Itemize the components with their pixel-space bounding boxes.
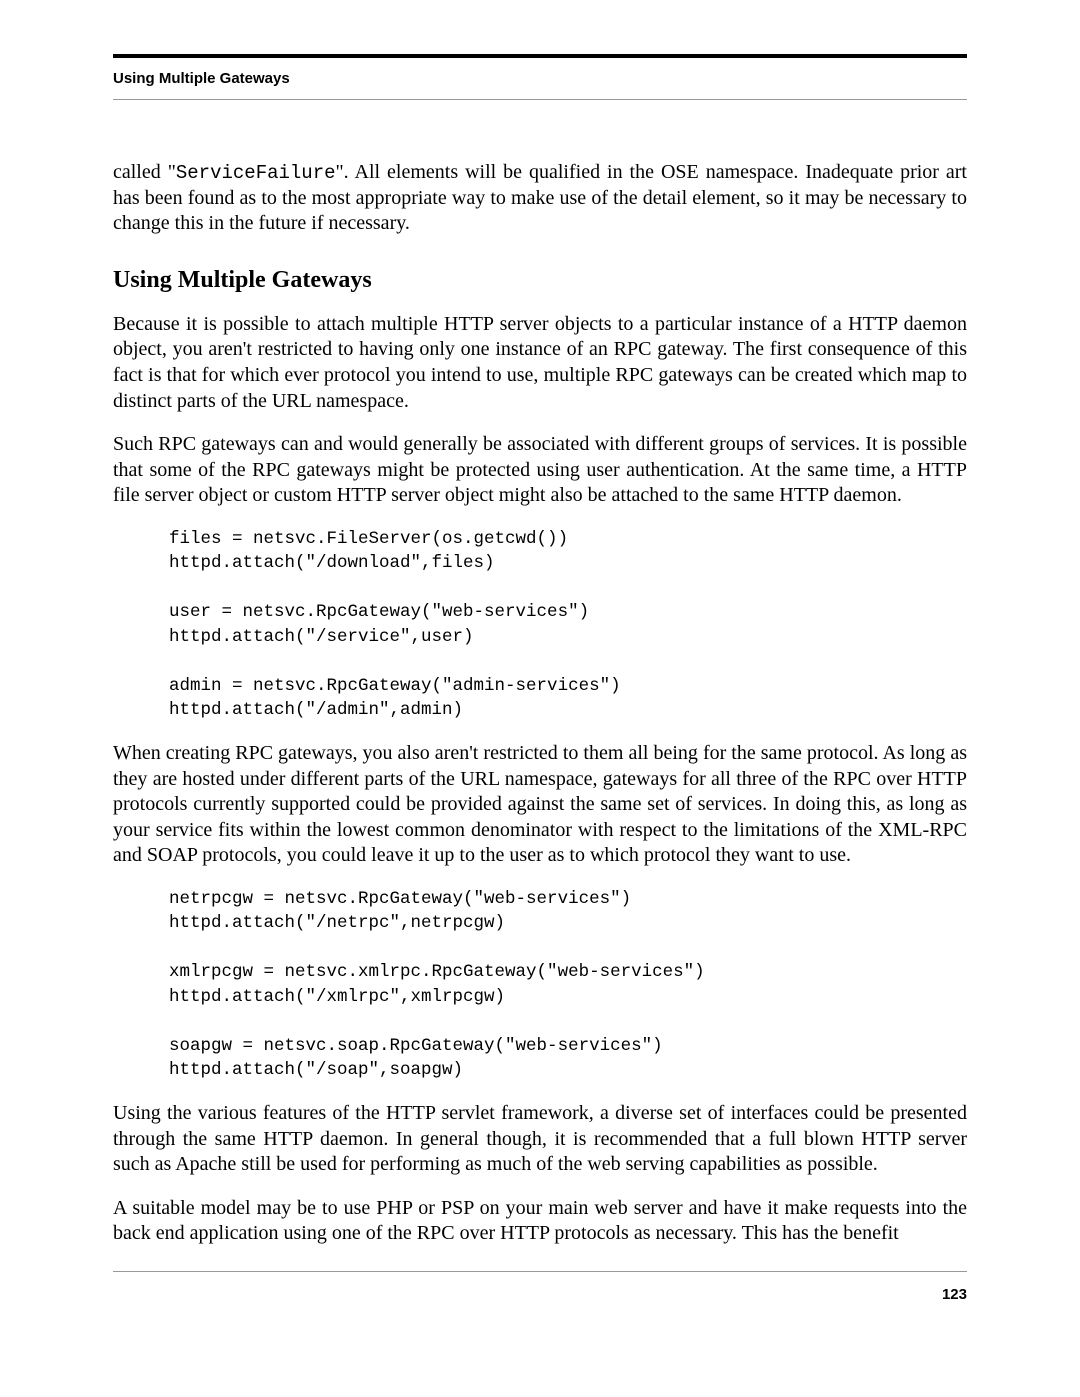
intro-code: ServiceFailure <box>176 162 336 184</box>
top-rule <box>113 54 967 58</box>
intro-pre: called " <box>113 161 176 183</box>
page-number: 123 <box>113 1286 967 1303</box>
page: Using Multiple Gateways called "ServiceF… <box>0 0 1080 1397</box>
section-p1: Because it is possible to attach multipl… <box>113 312 967 414</box>
section-p2: Such RPC gateways can and would generall… <box>113 432 967 509</box>
code-block-1: files = netsvc.FileServer(os.getcwd()) h… <box>169 527 967 723</box>
header-thin-rule <box>113 99 967 100</box>
running-head: Using Multiple Gateways <box>113 70 967 87</box>
footer-rule <box>113 1271 967 1272</box>
section-p3: When creating RPC gateways, you also are… <box>113 741 967 869</box>
section-p5: A suitable model may be to use PHP or PS… <box>113 1196 967 1247</box>
section-title: Using Multiple Gateways <box>113 267 967 294</box>
code-block-2: netrpcgw = netsvc.RpcGateway("web-servic… <box>169 887 967 1083</box>
section-p4: Using the various features of the HTTP s… <box>113 1101 967 1178</box>
intro-paragraph: called "ServiceFailure". All elements wi… <box>113 160 967 237</box>
